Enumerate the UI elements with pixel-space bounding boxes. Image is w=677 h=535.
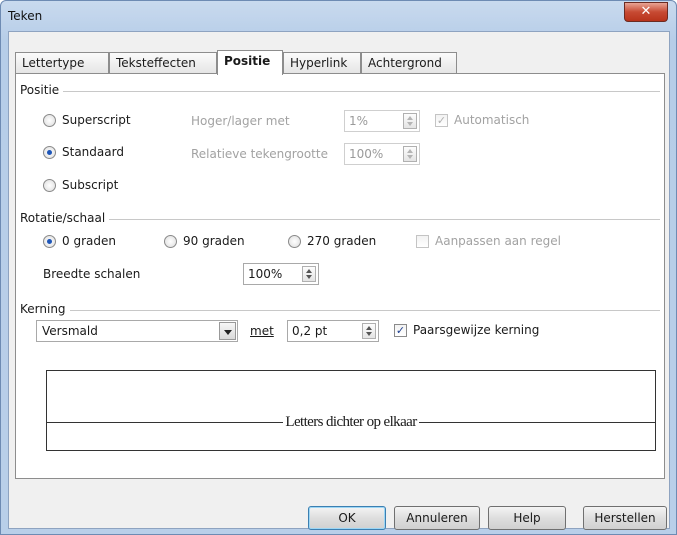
title-bar[interactable]: Teken ✕: [1, 1, 676, 31]
chevron-down-icon[interactable]: [219, 322, 236, 340]
relatieve-tekengrootte-label: Relatieve tekengrootte: [191, 147, 328, 161]
kerning-amount-value: 0,2 pt: [292, 324, 328, 338]
tab-positie[interactable]: Positie: [217, 50, 283, 75]
kerning-select-value: Versmald: [42, 324, 98, 338]
window-title: Teken: [8, 9, 43, 23]
superscript-label[interactable]: Superscript: [62, 113, 131, 127]
ok-button[interactable]: OK: [308, 506, 386, 530]
standaard-radio[interactable]: [43, 146, 56, 159]
kerning-separator: [20, 310, 660, 311]
kerning-select[interactable]: Versmald: [36, 320, 238, 342]
preview-text: Letters dichter op elkaar: [283, 414, 419, 430]
kerning-amount-spinbox[interactable]: 0,2 pt: [287, 320, 379, 342]
annuleren-button[interactable]: Annuleren: [394, 506, 480, 530]
tab-hyperlink[interactable]: Hyperlink: [283, 52, 361, 74]
met-label: met: [250, 324, 274, 338]
superscript-radio[interactable]: [43, 114, 56, 127]
close-icon: ✕: [640, 4, 652, 19]
close-button[interactable]: ✕: [624, 2, 668, 22]
spin-arrows-icon[interactable]: [362, 323, 376, 339]
relatieve-tekengrootte-value: 100%: [349, 147, 384, 161]
standaard-label[interactable]: Standaard: [62, 145, 124, 159]
automatisch-label: Automatisch: [454, 113, 530, 127]
spin-arrows-icon[interactable]: [302, 266, 316, 282]
hoger-lager-value: 1%: [349, 114, 369, 128]
rotatie-90-label[interactable]: 90 graden: [183, 234, 245, 248]
aanpassen-label: Aanpassen aan regel: [435, 234, 561, 248]
preview-text-row: Letters dichter op elkaar: [47, 414, 655, 431]
dialog-window: Teken ✕ Lettertype Teksteffecten Positie…: [0, 0, 677, 535]
rotatie-90-radio[interactable]: [164, 235, 177, 248]
tab-achtergrond[interactable]: Achtergrond: [361, 52, 457, 74]
paarsgewijze-kerning-label[interactable]: Paarsgewijze kerning: [413, 323, 539, 337]
relatieve-tekengrootte-spinbox[interactable]: 100%: [344, 143, 420, 165]
tab-lettertype[interactable]: Lettertype: [15, 52, 109, 74]
rotatie-group-label: Rotatie/schaal: [20, 211, 110, 225]
hoger-lager-spinbox[interactable]: 1%: [344, 110, 420, 132]
automatisch-checkbox[interactable]: ✓: [435, 114, 448, 127]
spin-arrows-icon[interactable]: [403, 146, 417, 162]
preview-box: Letters dichter op elkaar: [46, 370, 656, 451]
dialog-client-area: Lettertype Teksteffecten Positie Hyperli…: [8, 31, 670, 530]
positie-panel: Positie Superscript Standaard Subscript …: [15, 73, 665, 479]
breedte-schalen-value: 100%: [248, 267, 283, 281]
paarsgewijze-kerning-checkbox[interactable]: ✓: [394, 324, 407, 337]
help-button[interactable]: Help: [488, 506, 566, 530]
subscript-label[interactable]: Subscript: [62, 178, 118, 192]
rotatie-270-radio[interactable]: [288, 235, 301, 248]
breedte-schalen-label: Breedte schalen: [43, 267, 141, 281]
rotatie-270-label[interactable]: 270 graden: [307, 234, 376, 248]
breedte-schalen-spinbox[interactable]: 100%: [243, 263, 319, 285]
positie-group-label: Positie: [20, 83, 64, 97]
kerning-group-label: Kerning: [20, 302, 70, 316]
herstellen-button[interactable]: Herstellen: [583, 506, 667, 530]
aanpassen-checkbox[interactable]: [416, 235, 429, 248]
rotatie-0-radio[interactable]: [43, 235, 56, 248]
hoger-lager-label: Hoger/lager met: [191, 114, 290, 128]
rotatie-separator: [20, 219, 660, 220]
subscript-radio[interactable]: [43, 179, 56, 192]
spin-arrows-icon[interactable]: [403, 113, 417, 129]
rotatie-0-label[interactable]: 0 graden: [62, 234, 116, 248]
positie-separator: [20, 91, 660, 92]
tab-teksteffecten[interactable]: Teksteffecten: [109, 52, 217, 74]
